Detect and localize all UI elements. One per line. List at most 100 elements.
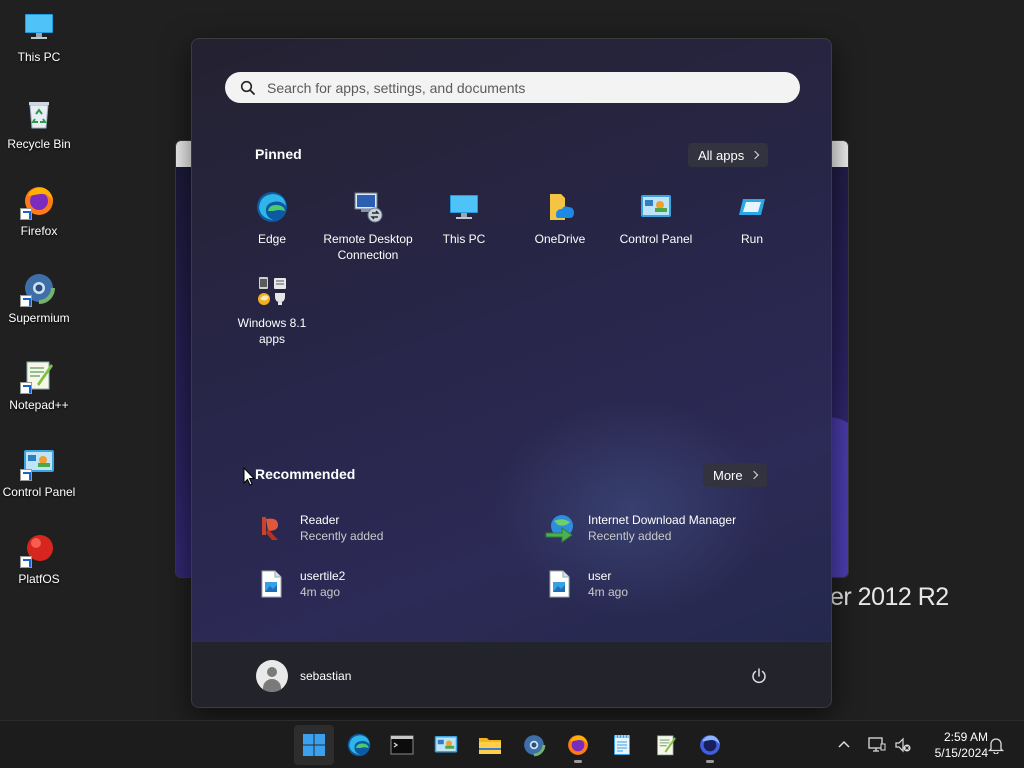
windows-81-apps-icon [256,275,288,307]
all-apps-label: All apps [698,147,745,163]
taskbar: 2:59 AM 5/15/2024 [0,720,1024,768]
clock-time: 2:59 AM [943,730,988,744]
network-icon [868,737,886,752]
desktop-icon-label: Control Panel [2,485,76,499]
taskbar-app-terminal[interactable] [382,725,422,765]
pinned-app-control-panel[interactable]: Control Panel [608,191,704,247]
desktop-icon-notepadpp[interactable]: Notepad++ [0,352,78,432]
running-indicator [574,760,582,763]
desktop-icon-platfos[interactable]: PlatfOS [0,526,78,606]
pinned-app-this-pc[interactable]: This PC [416,191,512,247]
notepadpp-icon [654,733,678,757]
running-indicator [706,760,714,763]
taskbar-app-firefox[interactable] [558,725,598,765]
recommended-item-reader[interactable]: Reader Recently added [256,506,516,550]
firefox-nightly-icon [698,733,722,757]
recommended-title: Recommended [255,466,356,482]
pinned-title: Pinned [255,146,302,162]
taskbar-app-notepad[interactable] [602,725,642,765]
reader-icon [256,513,286,543]
recommended-item-subtitle: Recently added [588,529,672,543]
folder-icon [478,733,502,757]
recommended-item-name: Reader [300,513,340,527]
all-apps-button[interactable]: All apps [688,143,769,167]
taskbar-clock[interactable]: 2:59 AM 5/15/2024 [920,729,988,761]
recommended-item-idm[interactable]: Internet Download Manager Recently added [544,506,804,550]
desktop-icon-supermium[interactable]: Supermium [0,265,78,345]
pinned-app-label: This PC [442,232,486,246]
taskbar-app-supermium[interactable] [514,725,554,765]
recommended-item-subtitle: Recently added [300,529,384,543]
taskbar-app-edge[interactable] [339,725,379,765]
desktop-icon-label: This PC [17,50,61,64]
start-menu: Pinned All apps Edge Remote Desktop Conn… [191,38,832,708]
control-panel-icon [20,445,56,481]
user-account-button[interactable]: sebastian [256,660,351,692]
pinned-app-windows-81-apps[interactable]: Windows 8.1 apps [224,275,320,347]
edge-icon [347,733,371,757]
this-pc-icon [448,191,480,223]
volume-muted-icon [895,737,911,753]
firefox-icon [20,184,56,220]
supermium-icon [20,271,56,307]
clock-date: 5/15/2024 [934,746,988,760]
recommended-item-subtitle: 4m ago [588,585,629,599]
desktop-icon-this-pc[interactable]: This PC [0,4,78,84]
pinned-app-onedrive[interactable]: OneDrive [512,191,608,247]
supermium-icon [522,733,546,757]
terminal-icon [390,733,414,757]
desktop-icon-label: Firefox [20,224,58,238]
desktop-icon-label: Notepad++ [9,398,69,412]
chevron-up-icon [838,740,850,748]
start-search-box[interactable] [225,72,800,103]
tray-network-button[interactable] [867,721,887,768]
tray-volume-button[interactable] [894,721,912,768]
pinned-app-label: Windows 8.1 apps [237,316,307,346]
idm-icon [544,513,574,543]
power-button[interactable] [750,667,768,685]
pinned-app-edge[interactable]: Edge [224,191,320,247]
taskbar-app-file-explorer[interactable] [470,725,510,765]
desktop-icon-label: PlatfOS [18,572,60,586]
desktop-icon-control-panel[interactable]: Control Panel [0,439,78,519]
taskbar-start-button[interactable] [294,725,334,765]
power-icon [752,668,766,684]
image-file-icon [544,569,574,599]
notifications-button[interactable] [987,721,1005,768]
taskbar-app-notepadpp[interactable] [646,725,686,765]
windows-start-icon [302,733,326,757]
shortcut-arrow-icon [20,469,32,481]
shortcut-arrow-icon [20,556,32,568]
more-label: More [713,467,743,483]
mouse-cursor-icon [243,467,255,486]
run-icon [736,191,768,223]
more-button[interactable]: More [703,463,767,487]
taskbar-app-firefox-nightly[interactable] [690,725,730,765]
recommended-item-name: user [588,569,612,583]
chevron-right-icon [749,470,758,480]
control-panel-icon [640,191,672,223]
pinned-app-remote-desktop[interactable]: Remote Desktop Connection [320,191,416,263]
desktop-icon-firefox[interactable]: Firefox [0,178,78,258]
platfos-icon [20,532,56,568]
taskbar-app-control-panel[interactable] [426,725,466,765]
recommended-item-user[interactable]: user 4m ago [544,562,804,606]
start-menu-footer: sebastian [192,641,831,707]
recommended-item-usertile2[interactable]: usertile2 4m ago [256,562,516,606]
bell-icon [987,738,1005,754]
search-input[interactable] [267,79,787,96]
control-panel-icon [434,733,458,757]
shortcut-arrow-icon [20,208,32,220]
recommended-item-subtitle: 4m ago [300,585,341,599]
remote-desktop-icon [352,191,384,223]
pinned-app-run[interactable]: Run [704,191,800,247]
notepad-icon [610,733,634,757]
desktop-icon-label: Supermium [8,311,70,325]
tray-overflow-button[interactable] [836,721,852,768]
pinned-app-label: Remote Desktop Connection [323,232,413,262]
chevron-right-icon [751,150,760,160]
shortcut-arrow-icon [20,295,32,307]
desktop-icon-recycle-bin[interactable]: Recycle Bin [0,91,78,171]
notepadpp-icon [20,358,56,394]
recycle-bin-icon [22,97,56,131]
